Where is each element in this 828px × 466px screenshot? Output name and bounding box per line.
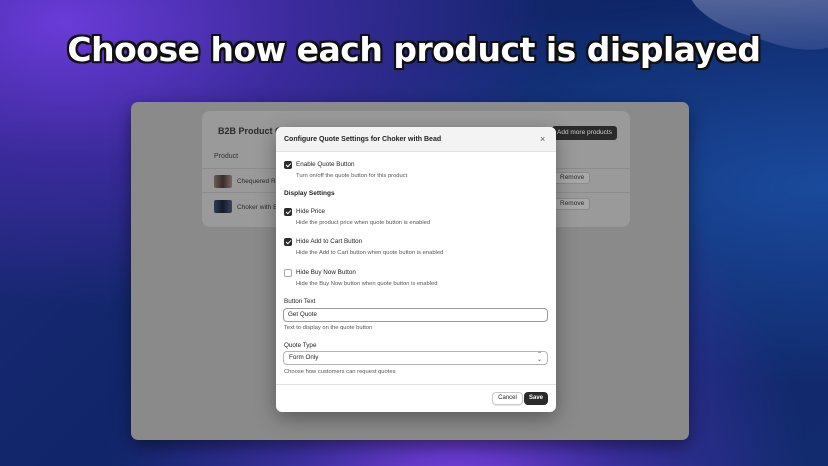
table-row-product-name: Choker with B [237, 204, 278, 211]
hide-price-help: Hide the product price when quote button… [296, 220, 431, 226]
headline: Choose how each product is displayed [67, 30, 761, 69]
product-thumbnail [214, 175, 232, 188]
hide-add-to-cart-checkbox[interactable] [284, 238, 292, 246]
quote-type-help: Choose how customers can request quotes [284, 369, 396, 375]
display-settings-heading: Display Settings [284, 190, 335, 197]
save-button[interactable]: Save [524, 392, 548, 405]
hide-add-to-cart-label: Hide Add to Cart Button [296, 238, 363, 245]
remove-button[interactable]: Remove [554, 198, 591, 210]
hide-price-checkbox[interactable] [284, 208, 292, 216]
hide-buy-now-help: Hide the Buy Now button when quote butto… [296, 281, 438, 287]
quote-settings-modal: Configure Quote Settings for Choker with… [276, 127, 556, 412]
cancel-button[interactable]: Cancel [492, 392, 523, 405]
hide-buy-now-checkbox[interactable] [284, 269, 292, 277]
hide-add-to-cart-help: Hide the Add to Cart button when quote b… [296, 250, 444, 256]
hide-price-label: Hide Price [296, 208, 326, 215]
enable-quote-label: Enable Quote Button [296, 161, 355, 168]
chevron-up-down-icon: ⌃ ⌄ [536, 352, 542, 363]
quote-type-label: Quote Type [284, 342, 317, 349]
button-text-label: Button Text [284, 298, 316, 305]
enable-quote-help: Turn on/off the quote button for this pr… [296, 173, 408, 179]
modal-title: Configure Quote Settings for Choker with… [284, 136, 442, 143]
close-icon[interactable]: × [540, 134, 545, 144]
button-text-help: Text to display on the quote button [284, 325, 373, 331]
quote-type-value: Form Only [289, 354, 319, 361]
button-text-input[interactable]: Get Quote [283, 308, 548, 322]
modal-header: Configure Quote Settings for Choker with… [276, 127, 556, 152]
quote-type-select[interactable]: Form Only ⌃ ⌄ [283, 351, 548, 365]
product-thumbnail [214, 200, 232, 213]
product-column-header: Product [214, 153, 239, 160]
add-more-products-button[interactable]: Add more products [552, 126, 617, 140]
enable-quote-checkbox[interactable] [284, 161, 292, 169]
remove-button[interactable]: Remove [554, 172, 591, 184]
table-row-product-name: Chequered Re [237, 178, 280, 185]
hide-buy-now-label: Hide Buy Now Button [296, 269, 356, 276]
modal-footer-divider [276, 384, 556, 385]
